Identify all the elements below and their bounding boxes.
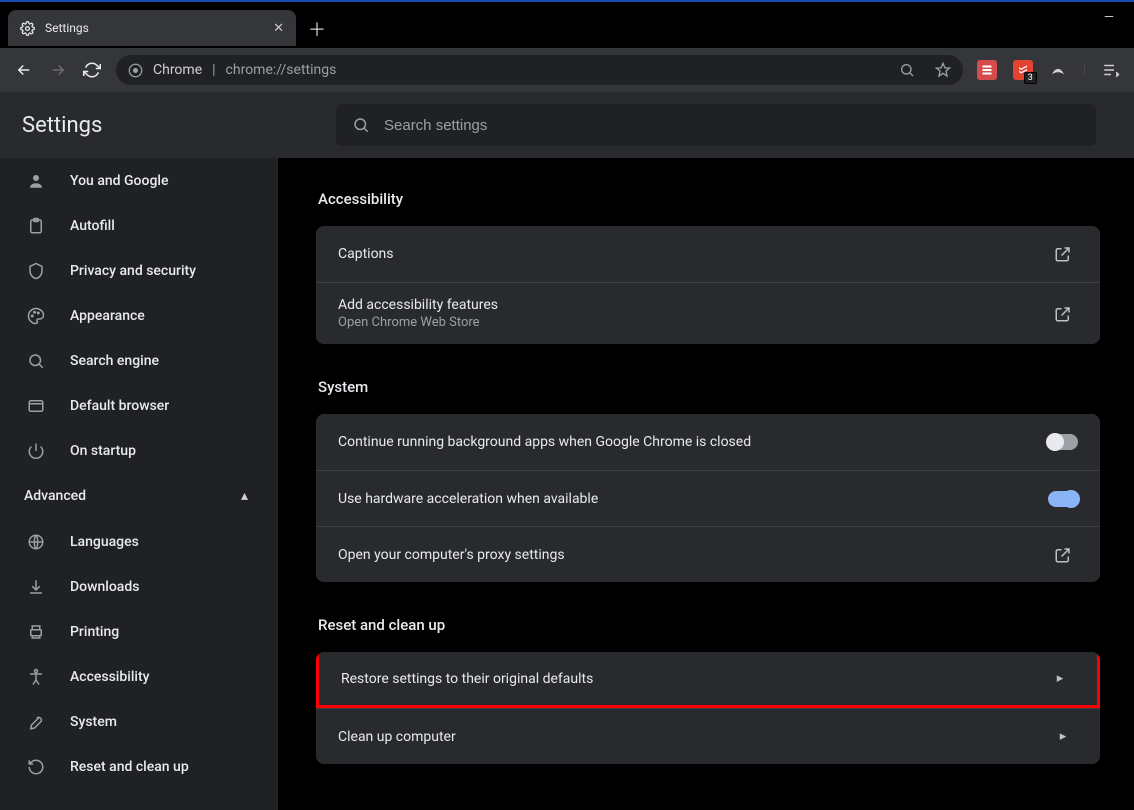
browser-icon [26,396,46,416]
wrench-icon [26,712,46,732]
sidebar-item-reset[interactable]: Reset and clean up [0,744,278,789]
extension-icon-1[interactable] [977,60,997,80]
sidebar-advanced-toggle[interactable]: Advanced ▴ [0,473,278,519]
power-icon [26,441,46,461]
url-path: chrome://settings [226,62,337,78]
sidebar-item-system[interactable]: System [0,699,278,744]
back-button[interactable] [14,60,34,80]
toggle-hardware-accel[interactable] [1048,491,1078,507]
sidebar-item-default-browser[interactable]: Default browser [0,383,278,428]
sidebar-item-privacy[interactable]: Privacy and security [0,248,278,293]
external-link-icon [1048,245,1078,263]
row-cleanup-computer[interactable]: Clean up computer ▸ [316,708,1100,764]
reset-card: Restore settings to their original defau… [316,652,1100,764]
row-add-accessibility[interactable]: Add accessibility features Open Chrome W… [316,282,1100,344]
row-background-apps[interactable]: Continue running background apps when Go… [316,414,1100,470]
search-input[interactable] [384,117,1080,134]
palette-icon [26,306,46,326]
shield-icon [26,261,46,281]
url-scheme: Chrome [153,62,202,78]
settings-content[interactable]: Accessibility Captions Add accessibility… [278,158,1134,810]
sidebar-item-languages[interactable]: Languages [0,519,278,564]
zoom-search-icon[interactable] [899,62,915,78]
settings-header: Settings [0,92,1134,158]
section-title-system: System [318,378,1100,396]
window-minimize-icon[interactable]: — [1104,10,1114,25]
forward-button [48,60,68,80]
close-tab-icon[interactable]: ✕ [273,21,284,36]
reload-button[interactable] [82,60,102,80]
page-title: Settings [22,113,336,138]
browser-toolbar: Chrome | chrome://settings 3 | [0,48,1134,92]
sidebar-item-autofill[interactable]: Autofill [0,203,278,248]
sidebar-item-on-startup[interactable]: On startup [0,428,278,473]
section-title-accessibility: Accessibility [318,190,1100,208]
address-bar[interactable]: Chrome | chrome://settings [116,55,963,85]
extension-icon-3[interactable] [1049,61,1067,79]
row-proxy-settings[interactable]: Open your computer's proxy settings [316,526,1100,582]
row-hardware-accel[interactable]: Use hardware acceleration when available [316,470,1100,526]
row-restore-defaults[interactable]: Restore settings to their original defau… [316,652,1100,708]
extension-icon-2[interactable]: 3 [1013,60,1033,80]
browser-titlebar: Settings ✕ ＋ — [0,0,1134,48]
sidebar-item-accessibility[interactable]: Accessibility [0,654,278,699]
chevron-right-icon: ▸ [1048,729,1078,744]
printer-icon [26,622,46,642]
media-control-icon[interactable] [1102,61,1120,79]
section-title-reset: Reset and clean up [318,616,1100,634]
browser-tab[interactable]: Settings ✕ [8,10,296,46]
settings-sidebar[interactable]: You and Google Autofill Privacy and secu… [0,158,278,810]
row-captions[interactable]: Captions [316,226,1100,282]
chevron-right-icon: ▸ [1045,671,1075,686]
search-icon [26,351,46,371]
chrome-logo-icon [128,63,143,78]
accessibility-card: Captions Add accessibility features Open… [316,226,1100,344]
sidebar-item-appearance[interactable]: Appearance [0,293,278,338]
bookmark-star-icon[interactable] [935,62,951,78]
search-settings[interactable] [336,104,1096,146]
system-card: Continue running background apps when Go… [316,414,1100,582]
sidebar-item-downloads[interactable]: Downloads [0,564,278,609]
person-icon [26,171,46,191]
external-link-icon [1048,546,1078,564]
chevron-up-icon: ▴ [241,488,248,504]
sidebar-item-printing[interactable]: Printing [0,609,278,654]
gear-icon [20,21,35,36]
toggle-background-apps[interactable] [1048,434,1078,450]
sidebar-item-you-and-google[interactable]: You and Google [0,158,278,203]
accessibility-icon [26,667,46,687]
download-icon [26,577,46,597]
new-tab-button[interactable]: ＋ [308,16,326,42]
search-icon [352,116,370,134]
restore-icon [26,757,46,777]
external-link-icon [1048,305,1078,323]
clipboard-icon [26,216,46,236]
extension-badge: 3 [1024,72,1037,84]
tab-title: Settings [45,21,89,35]
sidebar-item-search-engine[interactable]: Search engine [0,338,278,383]
globe-icon [26,532,46,552]
